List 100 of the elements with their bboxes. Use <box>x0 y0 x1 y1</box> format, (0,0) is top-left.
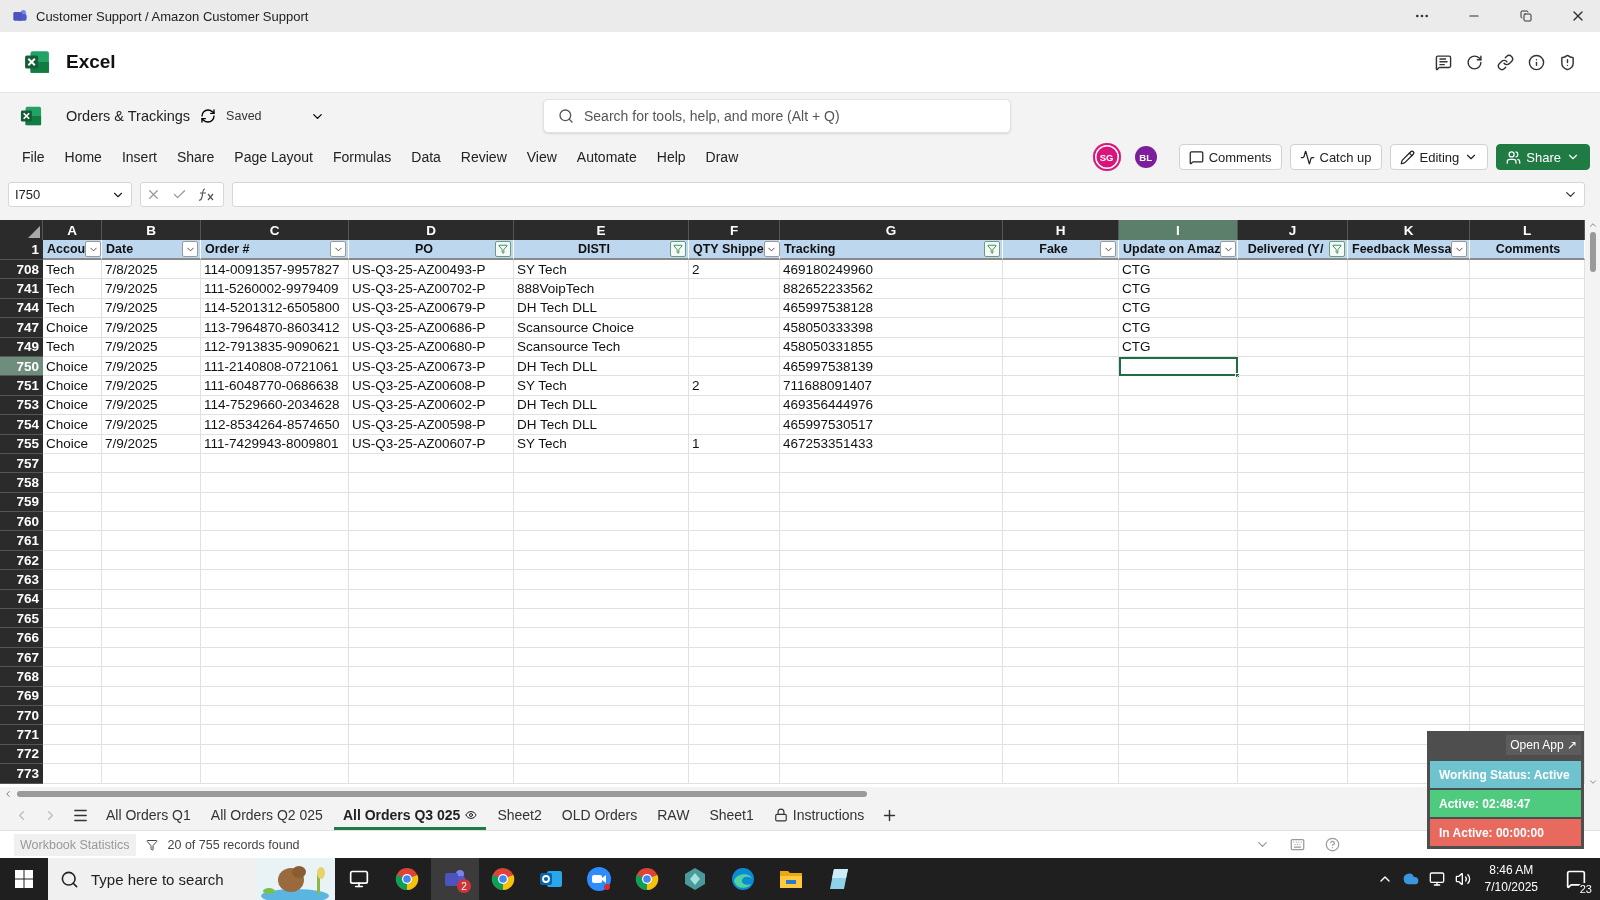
table-cell[interactable]: Tech <box>43 279 102 299</box>
table-cell[interactable]: 711688091407 <box>780 376 1003 396</box>
column-header[interactable]: H <box>1003 220 1119 240</box>
table-cell[interactable]: 111-2140808-0721061 <box>201 356 349 377</box>
table-cell[interactable]: Choice <box>43 434 102 454</box>
user-avatar[interactable]: SG <box>1092 143 1121 171</box>
table-cell[interactable]: 469356444976 <box>780 395 1003 416</box>
row-header[interactable]: 771 <box>0 725 43 745</box>
row-header[interactable]: 760 <box>0 512 43 532</box>
row-header[interactable]: 741 <box>0 279 43 299</box>
sheet-tab[interactable]: Sheet1 <box>700 800 763 830</box>
table-cell[interactable]: US-Q3-25-AZ00493-P <box>349 260 514 280</box>
row-header[interactable]: 747 <box>0 318 43 338</box>
name-box[interactable]: I750 <box>8 182 132 207</box>
table-cell[interactable]: CTG <box>1119 337 1238 357</box>
table-cell[interactable]: SY Tech <box>514 376 689 396</box>
sheet-tab[interactable]: Sheet2 <box>488 800 551 830</box>
table-cell[interactable]: 112-8534264-8574650 <box>201 415 349 435</box>
table-cell[interactable]: SY Tech <box>514 434 689 454</box>
table-cell[interactable]: Choice <box>43 318 102 338</box>
search-field[interactable]: Search for tools, help, and more (Alt + Q) <box>543 99 1011 133</box>
row-header[interactable]: 773 <box>0 764 43 784</box>
row-header[interactable]: 768 <box>0 667 43 687</box>
editing-button[interactable]: Editing <box>1389 144 1489 170</box>
table-cell[interactable]: US-Q3-25-AZ00686-P <box>349 318 514 338</box>
row-header[interactable]: 1 <box>0 240 43 260</box>
table-cell[interactable]: 114-0091357-9957827 <box>201 260 349 280</box>
open-app-button[interactable]: Open App ↗ <box>1506 735 1581 755</box>
table-cell[interactable]: CTG <box>1119 318 1238 338</box>
table-cell[interactable]: DH Tech DLL <box>514 395 689 416</box>
menu-tab[interactable]: View <box>516 145 567 169</box>
table-cell[interactable]: 7/9/2025 <box>102 298 201 319</box>
table-cell[interactable]: US-Q3-25-AZ00679-P <box>349 298 514 319</box>
table-cell[interactable]: US-Q3-25-AZ00607-P <box>349 434 514 454</box>
column-header[interactable]: F <box>689 220 780 240</box>
user-avatar[interactable]: BL <box>1134 146 1157 168</box>
table-cell[interactable]: US-Q3-25-AZ00602-P <box>349 395 514 416</box>
sheet-tab[interactable]: OLD Orders <box>552 800 647 830</box>
table-cell[interactable]: 7/9/2025 <box>102 434 201 454</box>
sheet-tab[interactable]: RAW <box>648 800 699 830</box>
column-header[interactable]: A <box>43 220 102 240</box>
document-name[interactable]: Orders & Trackings <box>66 108 191 124</box>
table-cell[interactable]: 113-7964870-8603412 <box>201 318 349 338</box>
comments-button[interactable]: Comments <box>1178 144 1282 170</box>
table-cell[interactable]: 7/8/2025 <box>102 260 201 280</box>
taskbar-search-field[interactable]: Type here to search <box>48 858 335 900</box>
table-cell[interactable]: Scansource Tech <box>514 337 689 357</box>
row-header[interactable]: 708 <box>0 260 43 280</box>
row-header[interactable]: 765 <box>0 609 43 629</box>
table-cell[interactable]: 114-5201312-6505800 <box>201 298 349 319</box>
table-cell[interactable]: 114-7529660-2034628 <box>201 395 349 416</box>
sheet-tab[interactable]: All Orders Q1 <box>97 800 200 830</box>
table-cell[interactable]: Tech <box>43 298 102 319</box>
menu-tab[interactable]: Page Layout <box>224 145 323 169</box>
table-cell[interactable]: US-Q3-25-AZ00673-P <box>349 356 514 377</box>
column-header[interactable]: B <box>102 220 201 240</box>
table-cell[interactable]: 465997538128 <box>780 298 1003 319</box>
menu-tab[interactable]: Draw <box>695 145 749 169</box>
table-cell[interactable]: 7/9/2025 <box>102 337 201 357</box>
table-cell[interactable]: US-Q3-25-AZ00608-P <box>349 376 514 396</box>
table-cell[interactable]: DH Tech DLL <box>514 415 689 435</box>
table-cell[interactable]: 1 <box>689 434 780 454</box>
table-cell[interactable]: 111-6048770-0686638 <box>201 376 349 396</box>
table-cell[interactable]: DH Tech DLL <box>514 356 689 377</box>
table-cell[interactable]: CTG <box>1119 279 1238 299</box>
table-cell[interactable]: 7/9/2025 <box>102 318 201 338</box>
table-cell[interactable]: Choice <box>43 376 102 396</box>
table-cell[interactable]: SY Tech <box>514 260 689 280</box>
table-cell[interactable]: 465997530517 <box>780 415 1003 435</box>
table-cell[interactable]: US-Q3-25-AZ00702-P <box>349 279 514 299</box>
table-cell[interactable]: 7/9/2025 <box>102 356 201 377</box>
menu-tab[interactable]: File <box>12 145 55 169</box>
table-cell[interactable]: 888VoipTech <box>514 279 689 299</box>
table-cell[interactable]: Tech <box>43 260 102 280</box>
table-cell[interactable]: Choice <box>43 415 102 435</box>
column-header[interactable]: L <box>1470 220 1585 240</box>
row-header[interactable]: 766 <box>0 628 43 648</box>
catchup-button[interactable]: Catch up <box>1289 144 1382 170</box>
table-cell[interactable]: 112-7913835-9090621 <box>201 337 349 357</box>
table-cell[interactable]: Choice <box>43 356 102 377</box>
table-cell[interactable]: 7/9/2025 <box>102 395 201 416</box>
table-cell[interactable]: DH Tech DLL <box>514 298 689 319</box>
table-cell[interactable]: 465997538139 <box>780 356 1003 377</box>
sheet-tab[interactable]: Instructions <box>764 800 874 830</box>
table-cell[interactable]: 111-5260002-9979409 <box>201 279 349 299</box>
table-cell[interactable]: Choice <box>43 395 102 416</box>
row-header[interactable]: 763 <box>0 570 43 590</box>
table-cell[interactable]: Scansource Choice <box>514 318 689 338</box>
menu-tab[interactable]: Review <box>450 145 517 169</box>
column-header[interactable]: C <box>201 220 349 240</box>
table-cell[interactable]: 2 <box>689 260 780 280</box>
table-cell[interactable]: 7/9/2025 <box>102 376 201 396</box>
menu-tab[interactable]: Insert <box>111 145 167 169</box>
table-cell[interactable]: 7/9/2025 <box>102 415 201 435</box>
notification-button[interactable]: 23 <box>1560 861 1592 897</box>
row-header[interactable]: 754 <box>0 415 43 435</box>
sheet-tab[interactable]: All Orders Q2 025 <box>201 800 332 830</box>
menu-tab[interactable]: Data <box>401 145 451 169</box>
column-header[interactable]: G <box>780 220 1003 240</box>
table-cell[interactable]: 7/9/2025 <box>102 279 201 299</box>
